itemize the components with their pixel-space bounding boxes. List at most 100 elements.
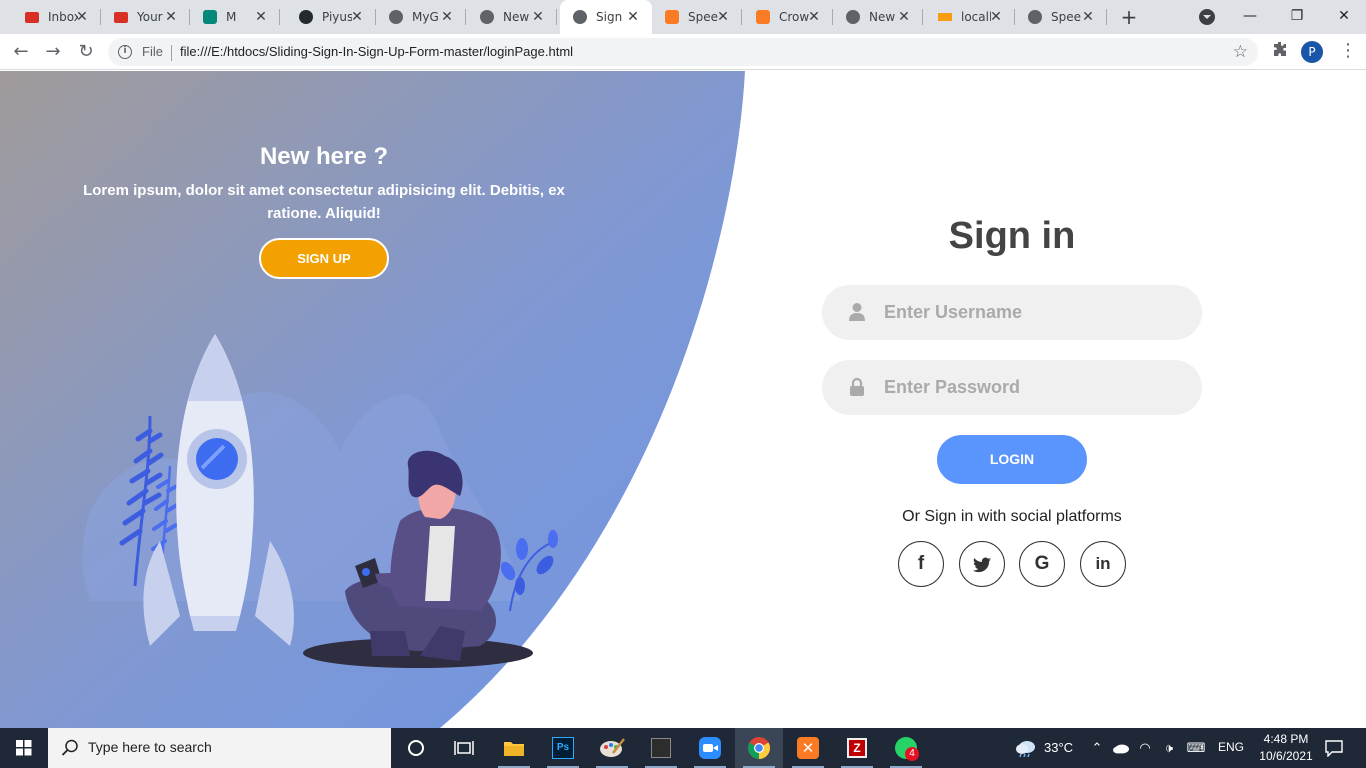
chrome-app[interactable] — [735, 728, 783, 768]
password-field[interactable]: Enter Password — [822, 360, 1202, 415]
show-hidden-icons-chevron-icon[interactable]: ⌃ — [1088, 739, 1106, 757]
task-view-button[interactable] — [440, 728, 488, 768]
chrome-icon — [845, 9, 861, 25]
notification-badge: 4 — [905, 747, 919, 761]
file-explorer-app[interactable] — [490, 728, 538, 768]
tab-title: Sign — [596, 10, 623, 24]
facebook-icon: f — [917, 553, 925, 574]
chrome-menu-icon[interactable]: ⋮ — [1338, 40, 1358, 64]
xampp-app[interactable]: ✕ — [784, 728, 832, 768]
browser-tab[interactable]: Crow ✕ — [743, 0, 833, 34]
browser-tab[interactable]: Your ✕ — [101, 0, 190, 34]
tab-separator — [465, 9, 466, 25]
welcome-panel: New here ? Lorem ipsum, dolor sit amet c… — [74, 143, 574, 279]
twitter-button[interactable] — [959, 541, 1005, 587]
tab-title: MyG — [412, 10, 439, 24]
browser-tab[interactable]: Piyus ✕ — [286, 0, 376, 34]
vscode-app[interactable] — [637, 728, 685, 768]
browser-tab[interactable]: locall ✕ — [925, 0, 1015, 34]
browser-tab[interactable]: Spee ✕ — [1015, 0, 1107, 34]
github-icon — [298, 9, 314, 25]
browser-tab[interactable]: MyG ✕ — [376, 0, 466, 34]
facebook-button[interactable]: f — [898, 541, 944, 587]
restore-button[interactable]: ❐ — [1285, 5, 1309, 27]
globe-icon — [572, 9, 588, 25]
wifi-icon[interactable]: ◠ — [1136, 739, 1154, 757]
cortana-button[interactable] — [392, 728, 440, 768]
keyboard-icon[interactable]: ⌨ — [1184, 739, 1208, 757]
system-tray: 33°C ⌃ ◠ 🕩 ⌨ ENG 4:48 PM 10/6/2021 — [1010, 728, 1366, 768]
tab-close-icon[interactable]: ✕ — [531, 10, 545, 24]
browser-tab[interactable]: Inbox ✕ — [12, 0, 101, 34]
linkedin-icon: in — [1095, 554, 1111, 573]
search-placeholder[interactable]: Type here to search — [88, 739, 212, 755]
close-window-button[interactable]: ✕ — [1332, 5, 1356, 27]
tab-close-icon[interactable]: ✕ — [350, 10, 364, 24]
tab-close-icon[interactable]: ✕ — [254, 10, 268, 24]
browser-tab[interactable]: M ✕ — [190, 0, 280, 34]
url-text[interactable]: file:///E:/htdocs/Sliding-Sign-In-Sign-U… — [180, 44, 573, 59]
tab-close-icon[interactable]: ✕ — [897, 10, 911, 24]
tab-close-icon[interactable]: ✕ — [75, 10, 89, 24]
google-button[interactable]: G — [1019, 541, 1065, 587]
meet-icon — [202, 9, 218, 25]
tab-close-icon[interactable]: ✕ — [989, 10, 1003, 24]
browser-tab[interactable]: New ✕ — [833, 0, 923, 34]
sign-up-button[interactable]: SIGN UP — [259, 238, 389, 279]
browser-tab-strip: Inbox ✕ Your ✕ M ✕ Piyus ✕ MyG ✕ New ✕ Sign ✕ Spee ✕ Cro… — [0, 0, 1366, 34]
username-field[interactable]: Enter Username — [822, 285, 1202, 340]
globe-icon — [388, 9, 404, 25]
bookmark-star-icon[interactable]: ☆ — [1233, 42, 1248, 62]
omnibox-divider — [171, 45, 172, 61]
zoom-app[interactable] — [686, 728, 734, 768]
paint-palette-icon — [600, 738, 625, 757]
tab-close-icon[interactable]: ✕ — [440, 10, 454, 24]
new-tab-button[interactable]: + — [1118, 6, 1140, 28]
weather-cloud-icon[interactable] — [1014, 739, 1038, 757]
browser-tab[interactable]: New ✕ — [467, 0, 557, 34]
taskbar-search-box[interactable]: Type here to search — [48, 728, 391, 768]
username-input[interactable]: Enter Username — [884, 302, 1022, 323]
tab-title: New — [503, 10, 530, 24]
forward-button[interactable]: → — [41, 40, 65, 64]
minimize-button[interactable]: — — [1238, 5, 1262, 27]
photoshop-app[interactable]: Ps — [539, 728, 587, 768]
form-title: Sign in — [948, 215, 1076, 257]
browser-tab[interactable]: Spee ✕ — [652, 0, 742, 34]
weather-temperature[interactable]: 33°C — [1044, 740, 1073, 755]
reload-button[interactable]: ↻ — [74, 40, 98, 64]
tab-title: Inbox — [48, 10, 78, 24]
tab-close-icon[interactable]: ✕ — [1081, 10, 1095, 24]
info-icon[interactable]: i — [118, 45, 132, 59]
notifications-icon[interactable] — [1324, 739, 1344, 757]
tab-search-icon[interactable] — [1199, 9, 1215, 25]
login-button[interactable]: LOGIN — [937, 435, 1087, 484]
filezilla-app[interactable]: Z — [833, 728, 881, 768]
tab-separator — [1106, 9, 1107, 25]
tab-separator — [279, 9, 280, 25]
password-input[interactable]: Enter Password — [884, 377, 1020, 398]
volume-icon[interactable]: 🕩 — [1160, 739, 1178, 757]
onedrive-cloud-icon[interactable] — [1112, 739, 1130, 757]
clock-time[interactable]: 4:48 PM — [1256, 732, 1316, 746]
twitter-icon — [973, 557, 991, 573]
tab-close-icon[interactable]: ✕ — [626, 10, 640, 24]
address-bar[interactable]: i File file:///E:/htdocs/Sliding-Sign-In… — [108, 38, 1258, 66]
tab-close-icon[interactable]: ✕ — [164, 10, 178, 24]
paint-app[interactable] — [588, 728, 636, 768]
browser-tab[interactable]: Sign ✕ — [560, 0, 652, 34]
tab-close-icon[interactable]: ✕ — [807, 10, 821, 24]
user-icon — [849, 303, 865, 321]
tab-title: New — [869, 10, 896, 24]
tab-title: Your — [137, 10, 163, 24]
extensions-puzzle-icon[interactable] — [1270, 41, 1290, 61]
whatsapp-app[interactable]: 4 — [882, 728, 930, 768]
profile-avatar[interactable]: P — [1301, 41, 1323, 63]
back-button[interactable]: ← — [9, 40, 33, 64]
language-indicator[interactable]: ENG — [1218, 740, 1244, 754]
tab-close-icon[interactable]: ✕ — [716, 10, 730, 24]
windows-logo-icon — [16, 740, 32, 756]
linkedin-button[interactable]: in — [1080, 541, 1126, 587]
clock-date[interactable]: 10/6/2021 — [1256, 749, 1316, 763]
start-button[interactable] — [0, 728, 48, 768]
